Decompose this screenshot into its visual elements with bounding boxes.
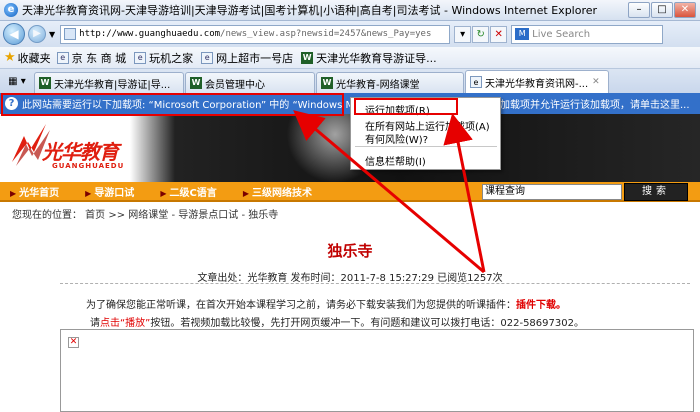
favorite-label: 京 东 商 城 <box>71 51 127 65</box>
window-titlebar: e 天津光华教育资讯网-天津导游培训|天津导游考试|国考计算机|小语种|高自考|… <box>0 0 700 21</box>
play-notice: 请点击“播放”按钮。若视频加载比较慢，先打开网页缓冲一下。有问题和建议可以拨打电… <box>90 314 584 329</box>
favorite-label: 网上超市一号店 <box>216 51 294 65</box>
tab-4-active[interactable]: e 天津光华教育资讯网-... ✕ <box>465 70 609 93</box>
favorite-item[interactable]: e 京 东 商 城 <box>56 50 127 66</box>
info-bar-text-tail: 加载项并允许运行该加载项，请单击这里... <box>500 100 690 111</box>
ie-logo-icon: e <box>4 3 18 17</box>
minimize-button[interactable]: – <box>628 2 650 18</box>
refresh-icon[interactable]: ↻ <box>472 25 490 43</box>
tab-2[interactable]: W 会员管理中心 <box>185 72 315 93</box>
play-notice-text: 请 <box>90 318 100 329</box>
site-logo[interactable]: 光华教育 GUANGHUAEDU <box>4 122 134 178</box>
tab-1[interactable]: W 天津光华教育|导游证|导... <box>34 72 184 93</box>
url-dropdown-icon[interactable]: ▾ <box>454 25 472 43</box>
breadcrumb: 您现在的位置： 首页 >> 网络课堂 - 导游景点口试 - 独乐寺 <box>12 210 279 221</box>
favorite-page-icon: e <box>201 51 214 64</box>
url-path: /news_view.asp?newsid=2457&news_Pay=yes <box>220 29 432 39</box>
article-title: 独乐寺 <box>327 242 373 260</box>
nav-bullet-icon: ▶ <box>160 188 167 198</box>
favorite-label: 天津光华教育导游证导... <box>316 51 437 65</box>
page-icon <box>64 28 77 40</box>
plugin-notice-text: 为了确保您能正常听课，在首次开始本课程学习之前，请务必下载安装我们为您提供的听课… <box>86 300 516 311</box>
forward-button[interactable]: ▶ <box>28 25 46 43</box>
nav-item-c-language[interactable]: ▶ 二级C语言 <box>160 184 217 199</box>
tab-page-icon: W <box>39 77 51 89</box>
favorites-bar: ★ 收藏夹 e 京 东 商 城 e 玩机之家 e 网上超市一号店 W 天津光华教… <box>0 47 700 69</box>
tab-label: 天津光华教育资讯网-... <box>485 78 589 90</box>
url-input[interactable]: http://www.guanghuaedu.com /news_view.as… <box>60 24 451 44</box>
window-title: 天津光华教育资讯网-天津导游培训|天津导游考试|国考计算机|小语种|高自考|司法… <box>22 4 598 17</box>
nav-item-oral-exam[interactable]: ▶ 导游口试 <box>85 184 134 199</box>
tab-label: 光华教育-网络课堂 <box>336 79 420 91</box>
divider <box>60 283 690 284</box>
logo-subtext: GUANGHUAEDU <box>52 162 125 170</box>
nav-label: 二级C语言 <box>169 187 217 199</box>
menu-item-infobar-help[interactable]: 信息栏帮助(I) <box>365 153 426 168</box>
favorites-label[interactable]: 收藏夹 <box>18 50 51 66</box>
nav-label: 导游口试 <box>94 187 135 199</box>
article-meta: 文章出处：光华教育 发布时间：2011-7-8 15:27:29 已阅览1257… <box>197 273 503 284</box>
media-player-embed[interactable]: ✕ <box>60 329 694 412</box>
url-domain: http://www.guanghuaedu.com <box>79 29 221 39</box>
menu-item-what-risk[interactable]: 有何风险(W)? <box>365 131 428 146</box>
stop-icon[interactable]: ✕ <box>490 25 508 43</box>
live-search-icon: M <box>515 28 530 40</box>
tab-label: 会员管理中心 <box>205 79 265 91</box>
tab-page-icon: W <box>321 77 333 89</box>
site-nav: ▶ 光华首页 ▶ 导游口试 ▶ 二级C语言 ▶ 三级网络技术 课程查询 搜索 <box>0 182 700 202</box>
tab-page-icon: W <box>190 77 202 89</box>
quick-tabs-icon[interactable]: ▦ ▾ <box>0 71 34 91</box>
favorite-item[interactable]: W 天津光华教育导游证导... <box>301 50 437 66</box>
menu-separator <box>355 146 497 147</box>
nav-bullet-icon: ▶ <box>242 188 249 198</box>
tab-page-icon: e <box>470 76 482 88</box>
course-search-input[interactable]: 课程查询 <box>482 184 622 200</box>
play-notice-text-tail: 按钮。若视频加载比较慢，先打开网页缓冲一下。有问题和建议可以拨打电话：022-5… <box>150 318 584 329</box>
tab-3[interactable]: W 光华教育-网络课堂 <box>316 72 464 93</box>
favorite-item[interactable]: e 网上超市一号店 <box>201 50 293 66</box>
annotation-box-infobar <box>1 93 344 116</box>
address-bar: ◀ ▶ ▼ http://www.guanghuaedu.com /news_v… <box>0 21 700 47</box>
nav-label: 三级网络技术 <box>251 187 312 199</box>
favorite-page-icon: W <box>301 51 314 64</box>
tab-close-icon[interactable]: ✕ <box>592 77 600 87</box>
nav-item-network[interactable]: ▶ 三级网络技术 <box>243 184 312 199</box>
logo-text: 光华教育 <box>42 140 119 164</box>
nav-label: 光华首页 <box>19 187 60 199</box>
tab-bar: ▦ ▾ W 天津光华教育|导游证|导... W 会员管理中心 W 光华教育-网络… <box>0 69 700 93</box>
back-button[interactable]: ◀ <box>3 23 25 45</box>
course-search-button[interactable]: 搜索 <box>624 183 688 201</box>
history-dropdown-icon[interactable]: ▼ <box>49 30 55 39</box>
plugin-download-link[interactable]: 插件下载。 <box>516 300 566 311</box>
nav-bullet-icon: ▶ <box>10 188 17 198</box>
tab-label: 天津光华教育|导游证|导... <box>54 79 171 91</box>
nav-bullet-icon: ▶ <box>85 188 92 198</box>
favorite-item[interactable]: e 玩机之家 <box>134 50 193 66</box>
live-search-placeholder: Live Search <box>532 28 591 40</box>
annotation-box-run-addon <box>354 98 458 115</box>
play-instruction: 点击“播放” <box>100 318 151 329</box>
favorite-page-icon: e <box>134 51 147 64</box>
favorite-label: 玩机之家 <box>149 51 194 65</box>
broken-image-icon: ✕ <box>68 337 79 348</box>
maximize-button[interactable]: □ <box>651 2 673 18</box>
favorites-star-icon[interactable]: ★ <box>4 50 16 65</box>
favorite-page-icon: e <box>56 51 69 64</box>
plugin-notice: 为了确保您能正常听课，在首次开始本课程学习之前，请务必下载安装我们为您提供的听课… <box>86 296 566 311</box>
nav-item-home[interactable]: ▶ 光华首页 <box>10 184 59 199</box>
live-search-input[interactable]: M Live Search <box>511 24 664 44</box>
close-button[interactable]: ✕ <box>674 2 696 18</box>
